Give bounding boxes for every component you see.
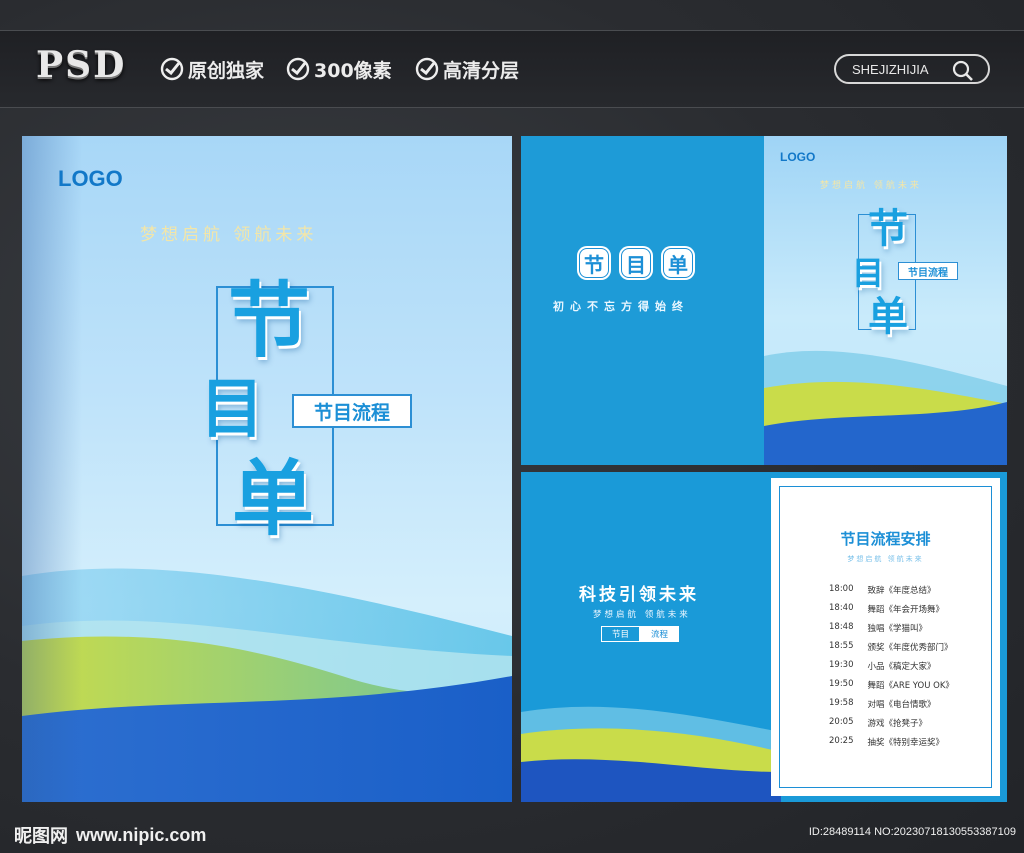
row-item: 舞蹈《年会开场舞》 [867,605,945,615]
cover-char-3: 单 [232,452,315,547]
row-time: 20:25 [829,736,854,746]
spread-char-3: 单 [868,294,908,340]
cover-logo: LOGO [58,166,123,191]
schedule-row: 18:48 独唱《学猫叫》 [829,622,927,634]
inner-headline: 科技引领未来 [579,585,699,605]
cover-panel: LOGO 梦想启航 领航未来 节 目 单 节目流程 [22,136,512,802]
feature-layers: 高清分层 [415,56,519,82]
schedule-title: 节目流程安排 [840,530,931,548]
image-id: ID:28489114 NO:20230718130553387109 [808,826,1016,838]
row-item: 游戏《抢凳子》 [867,719,928,729]
psd-label: PSD [36,44,127,86]
feature-label: 高清分层 [443,59,520,82]
feature-label: 300像素 [314,59,392,82]
row-item: 对唱《电台情歌》 [867,700,936,710]
schedule-row: 20:05 游戏《抢凳子》 [829,717,927,729]
feature-label: 原创独家 [188,59,265,82]
schedule-sheet: 节目流程安排 梦想启航 领航未来 18:00 致辞《年度总结》 18:40 舞蹈《年… [771,478,1000,796]
row-item: 致辞《年度总结》 [867,586,936,596]
row-time: 20:05 [829,717,854,727]
schedule-row: 18:00 致辞《年度总结》 [829,584,936,596]
spread-right-page: LOGO 梦想启航 领航未来 节 目 单 节目流程 [764,136,1007,465]
footer-watermark: 昵图网 www.nipic.com [14,822,206,848]
row-item: 抽奖《特别幸运奖》 [867,738,945,748]
site-brand: 昵图网 [14,826,68,847]
row-time: 18:55 [829,641,854,651]
schedule-row: 18:40 舞蹈《年会开场舞》 [829,603,944,615]
row-item: 独唱《学猫叫》 [867,624,928,634]
spread-char: 节 [577,246,611,280]
search-box[interactable]: SHEJIZHIJIA [834,54,990,84]
row-time: 19:50 [829,679,854,689]
row-time: 18:48 [829,622,854,632]
spread-tag: 节目流程 [898,262,958,280]
cover-slogan: 梦想启航 领航未来 [140,225,318,245]
site-url: www.nipic.com [76,824,207,845]
spread-logo: LOGO [780,150,816,164]
schedule-row: 19:30 小品《稿定大家》 [829,660,936,672]
check-circle-icon [286,57,310,81]
schedule-row: 18:55 颁奖《年度优秀部门》 [829,641,953,653]
spread-char: 单 [661,246,695,280]
row-item: 颁奖《年度优秀部门》 [867,643,953,653]
check-circle-icon [415,57,439,81]
schedule-sub: 梦想启航 领航未来 [847,555,924,563]
spread-title-chars: 节 目 单 [577,246,695,280]
spread-char: 目 [619,246,653,280]
row-item: 小品《稿定大家》 [867,662,936,672]
spread-panel: 节 目 单 初心不忘方得始终 LOGO 梦想启航 领航未来 节 目 单 节目流程 [521,136,1007,465]
inner-tab-a: 节目 [601,626,641,642]
feature-original: 原创独家 [160,56,264,82]
inner-sub: 梦想启航 领航未来 [593,610,691,620]
row-item: 舞蹈《ARE YOU OK》 [867,681,954,691]
cover-tag: 节目流程 [292,394,412,428]
row-time: 18:00 [829,584,854,594]
search-text: SHEJIZHIJIA [852,61,929,77]
row-time: 19:58 [829,698,854,708]
check-circle-icon [160,57,184,81]
schedule-row: 20:25 抽奖《特别幸运奖》 [829,736,944,748]
search-icon[interactable] [952,60,974,82]
spread-left-slogan: 初心不忘方得始终 [553,300,689,313]
row-time: 18:40 [829,603,854,613]
spread-slogan: 梦想启航 领航未来 [820,181,922,191]
spread-char-1: 节 [868,206,908,252]
schedule-row: 19:58 对唱《电台情歌》 [829,698,936,710]
feature-resolution: 300像素 [286,56,392,82]
cover-char-1: 节 [228,274,311,369]
schedule-row: 19:50 舞蹈《ARE YOU OK》 [829,679,954,691]
row-time: 19:30 [829,660,854,670]
inner-tabs: 节目 流程 [601,626,680,642]
inner-tab-b: 流程 [640,626,680,642]
